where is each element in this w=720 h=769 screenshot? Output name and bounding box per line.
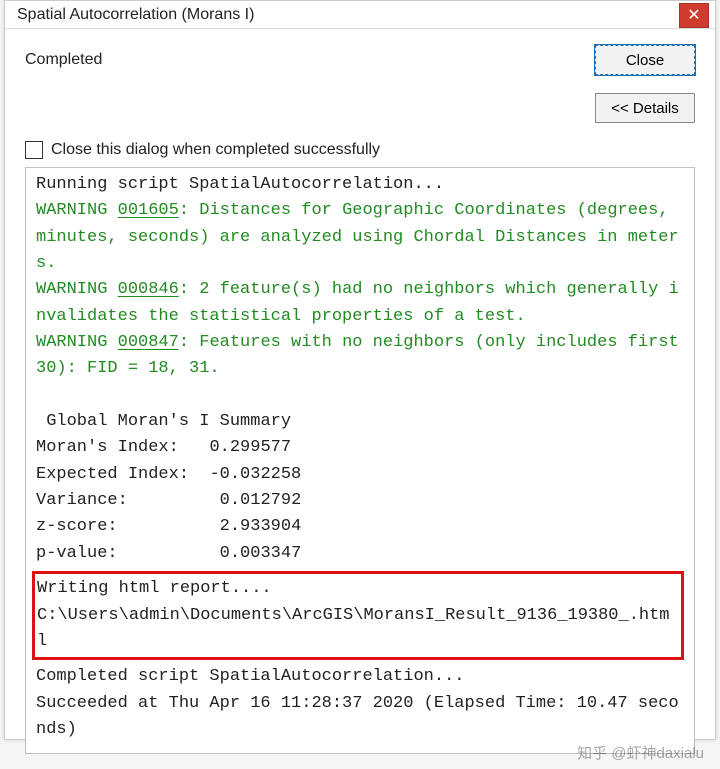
status-row: Completed Close [25,45,695,75]
auto-close-checkbox[interactable] [25,141,43,159]
summary-variance-label: Variance: [36,491,128,510]
warning-1: WARNING 001605: Distances for Geographic… [36,201,679,273]
summary-expected-value: -0.032258 [209,465,301,484]
summary-title: Global Moran's I Summary [36,412,291,431]
status-text: Completed [25,51,595,69]
summary-expected-label: Expected Index: [36,465,189,484]
summary-morans-value: 0.299577 [209,438,291,457]
summary-pvalue-label: p-value: [36,544,118,563]
summary-variance-value: 0.012792 [220,491,302,510]
details-row: << Details [25,93,695,123]
out-writing: Writing html report.... [37,579,272,598]
warning-3: WARNING 000847: Features with no neighbo… [36,333,689,378]
summary-pvalue-value: 0.003347 [220,544,302,563]
close-button[interactable]: Close [595,45,695,75]
output-pane[interactable]: Running script SpatialAutocorrelation...… [25,167,695,754]
out-succeeded: Succeeded at Thu Apr 16 11:28:37 2020 (E… [36,694,679,739]
summary-morans-label: Moran's Index: [36,438,179,457]
warning-code-link[interactable]: 000847 [118,333,179,352]
warning-2: WARNING 000846: 2 feature(s) had no neig… [36,280,679,325]
titlebar: Spatial Autocorrelation (Morans I) ✕ [5,1,715,29]
window-title: Spatial Autocorrelation (Morans I) [17,6,679,24]
summary-zscore-label: z-score: [36,517,118,536]
annotation-box: Writing html report.... C:\Users\admin\D… [32,571,684,660]
out-completed: Completed script SpatialAutocorrelation.… [36,667,464,686]
details-button[interactable]: << Details [595,93,695,123]
warning-code-link[interactable]: 000846 [118,280,179,299]
out-path: C:\Users\admin\Documents\ArcGIS\MoransI_… [37,606,670,651]
window-close-button[interactable]: ✕ [679,3,709,28]
close-icon: ✕ [687,8,700,24]
out-running: Running script SpatialAutocorrelation... [36,175,444,194]
dialog-window: Spatial Autocorrelation (Morans I) ✕ Com… [4,0,716,740]
warning-code-link[interactable]: 001605 [118,201,179,220]
auto-close-row: Close this dialog when completed success… [25,141,695,159]
dialog-body: Completed Close << Details Close this di… [5,29,715,764]
summary-zscore-value: 2.933904 [220,517,302,536]
auto-close-label: Close this dialog when completed success… [51,141,380,159]
